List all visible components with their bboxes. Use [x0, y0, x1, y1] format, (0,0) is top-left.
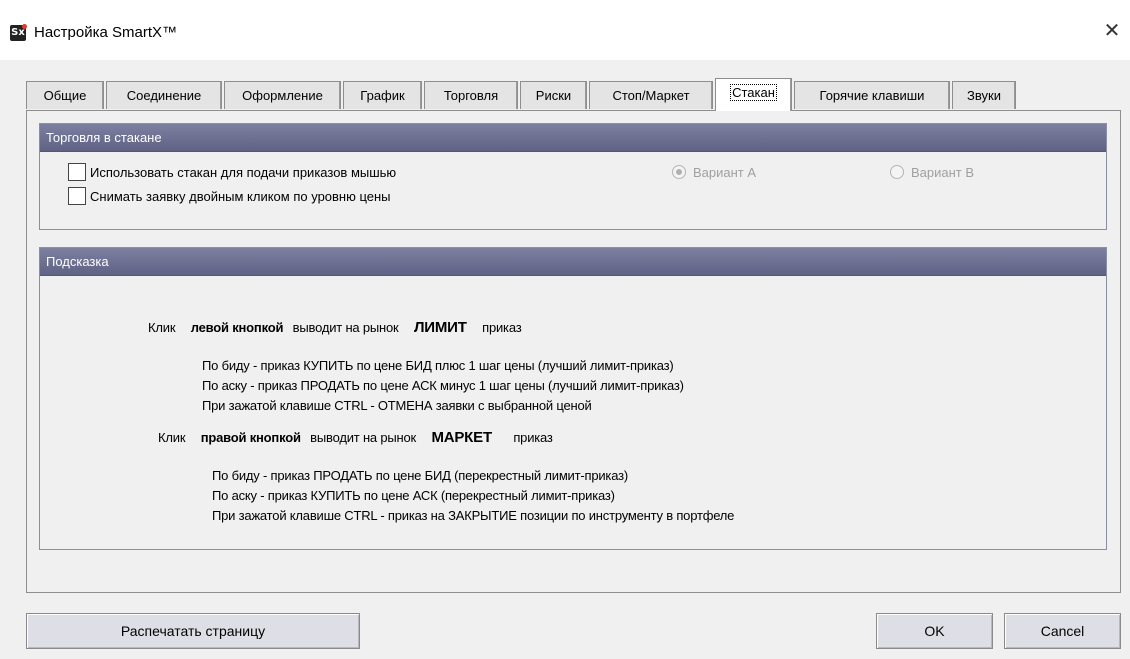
- cancel-button[interactable]: Cancel: [1004, 613, 1121, 649]
- checkbox-box[interactable]: [68, 163, 86, 181]
- variant-b-radio[interactable]: Вариант В: [890, 163, 974, 181]
- print-page-button[interactable]: Распечатать страницу: [26, 613, 360, 649]
- smartx-app-icon: Sx: [10, 24, 27, 41]
- group-title: Подсказка: [40, 248, 1106, 276]
- hint-text: По аску - приказ ПРОДАТЬ по цене АСК мин…: [202, 378, 684, 393]
- tab-hotkeys[interactable]: Горячие клавиши: [794, 81, 950, 109]
- tab-chart[interactable]: График: [343, 81, 422, 109]
- radio-circle[interactable]: [672, 165, 686, 179]
- trading-in-book-group: Торговля в стакане Использовать стакан д…: [39, 123, 1107, 230]
- use-book-for-orders-checkbox[interactable]: Использовать стакан для подачи приказов …: [68, 163, 396, 181]
- tab-connection[interactable]: Соединение: [106, 81, 222, 109]
- radio-label: Вариант В: [911, 164, 975, 180]
- tab-trading[interactable]: Торговля: [424, 81, 518, 109]
- hint-text: При зажатой клавише CTRL - приказ на ЗАК…: [212, 508, 735, 523]
- checkbox-label: Использовать стакан для подачи приказов …: [90, 164, 397, 180]
- close-icon[interactable]: ✕: [1094, 14, 1130, 50]
- hint-text: По биду - приказ ПРОДАТЬ по цене БИД (пе…: [212, 468, 628, 483]
- hint-text: По аску - приказ КУПИТЬ по цене АСК (пер…: [212, 488, 615, 503]
- group-title: Торговля в стакане: [40, 124, 1106, 152]
- title-bar: Sx Настройка SmartX™ ✕: [0, 0, 1130, 60]
- variant-a-radio[interactable]: Вариант А: [672, 163, 756, 181]
- tab-sounds[interactable]: Звуки: [952, 81, 1016, 109]
- hint-group: Подсказка Клик левой кнопкой выводит на …: [39, 247, 1107, 550]
- tab-appearance[interactable]: Оформление: [224, 81, 341, 109]
- left-click-heading: Клик левой кнопкой выводит на рынок ЛИМИ…: [148, 319, 522, 336]
- radio-label: Вариант А: [693, 164, 757, 180]
- hint-text: При зажатой клавише CTRL - ОТМЕНА заявки…: [202, 398, 592, 413]
- checkbox-label: Снимать заявку двойным кликом по уровню …: [90, 188, 391, 204]
- tab-stop-market[interactable]: Стоп/Маркет: [589, 81, 713, 109]
- right-click-heading: Клик правой кнопкой выводит на рынок МАР…: [158, 429, 553, 446]
- checkbox-box[interactable]: [68, 187, 86, 205]
- tab-panel-order-book: Торговля в стакане Использовать стакан д…: [26, 110, 1121, 593]
- tab-risks[interactable]: Риски: [520, 81, 587, 109]
- window-title: Настройка SmartX™: [34, 24, 178, 41]
- radio-circle[interactable]: [890, 165, 904, 179]
- hint-text: По биду - приказ КУПИТЬ по цене БИД плюс…: [202, 358, 674, 373]
- dblclick-cancel-checkbox[interactable]: Снимать заявку двойным кликом по уровню …: [68, 187, 391, 205]
- tab-order-book[interactable]: Стакан: [715, 78, 792, 111]
- tab-general[interactable]: Общие: [26, 81, 104, 109]
- ok-button[interactable]: OK: [876, 613, 993, 649]
